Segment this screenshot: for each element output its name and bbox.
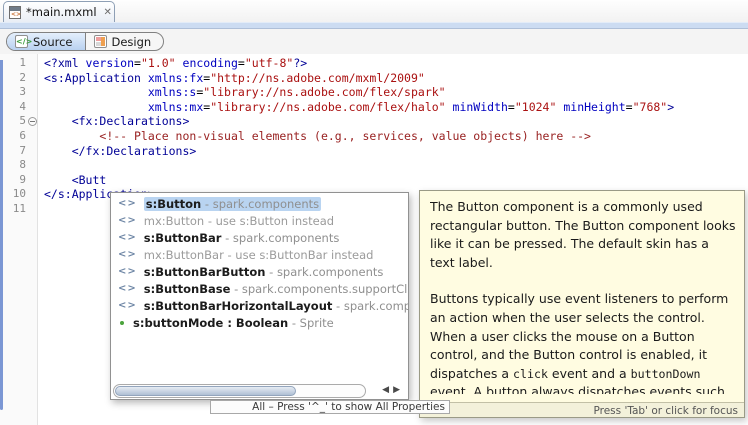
completion-list: <> s:Button - spark.components <> mx:Button… (111, 195, 408, 331)
close-icon[interactable]: ✕ (104, 7, 112, 18)
scrollbar-arrow-icons[interactable]: ◀▶ (382, 385, 404, 395)
code-line[interactable]: </fx:Declarations> (44, 144, 196, 159)
code-line[interactable]: <Butt (44, 173, 106, 188)
line-number: 3 (19, 85, 26, 100)
mxml-file-icon (9, 6, 21, 19)
line-number: 9 (19, 173, 26, 188)
design-view-button[interactable]: Design (86, 33, 164, 50)
completion-item-label: s:Button - spark.components (144, 197, 321, 211)
completion-item-label: s:ButtonBarButton - spark.components (144, 265, 384, 279)
source-design-toolbar: </> Source Design (0, 29, 748, 54)
horizontal-scrollbar[interactable]: ◀▶ (113, 384, 406, 398)
completion-item[interactable]: <> mx:Button - use s:Button instead (111, 212, 408, 229)
line-number: 7 (19, 144, 26, 159)
line-number: 6 (19, 129, 26, 144)
line-number: 11 (13, 202, 26, 217)
completion-item[interactable]: <> s:Button - spark.components (111, 195, 408, 212)
view-mode-switch: </> Source Design (6, 32, 164, 51)
completion-item[interactable]: <> s:ButtonBase - spark.components.suppor… (111, 280, 408, 297)
scroll-right-icon: ▶ (393, 385, 404, 395)
code-line[interactable]: xmlns:mx="library://ns.adobe.com/flex/ha… (44, 100, 674, 115)
tag-icon: <> (118, 300, 137, 311)
tab-highlight-band (0, 22, 748, 29)
line-number: 1 (19, 56, 26, 71)
source-label: Source (33, 35, 73, 49)
tag-icon: <> (118, 249, 137, 260)
code-line[interactable]: <fx:Declarations> (44, 114, 189, 129)
fold-collapse-icon[interactable] (28, 117, 37, 126)
completion-item[interactable]: s:buttonMode : Boolean - Sprite (111, 314, 408, 331)
code-line[interactable]: <!-- Place non-visual elements (e.g., se… (44, 129, 591, 144)
line-number: 5 (19, 114, 26, 129)
line-number: 2 (19, 71, 26, 86)
source-view-button[interactable]: </> Source (7, 33, 86, 50)
scrollbar-track[interactable] (113, 384, 366, 398)
design-layout-icon (94, 35, 107, 48)
scrollbar-thumb[interactable] (115, 386, 296, 396)
documentation-text: The Button component is a commonly used … (430, 198, 736, 394)
code-line[interactable]: xmlns:s="library://ns.adobe.com/flex/spa… (44, 85, 446, 100)
completion-item[interactable]: <> s:ButtonBarButton - spark.components (111, 263, 408, 280)
source-code-icon: </> (15, 35, 28, 48)
line-number: 8 (19, 158, 26, 173)
completion-item[interactable]: <> mx:ButtonBar - use s:ButtonBar instead (111, 246, 408, 263)
tag-icon: <> (118, 232, 137, 243)
tag-icon: <> (118, 283, 137, 294)
tag-icon: <> (118, 198, 137, 209)
completion-item-label: mx:ButtonBar - use s:ButtonBar instead (144, 248, 374, 262)
completion-item-label: mx:Button - use s:Button instead (144, 214, 334, 228)
line-number: 10 (13, 187, 26, 202)
completion-item-label: s:ButtonBar - spark.components (144, 231, 340, 245)
scroll-left-icon: ◀ (382, 385, 393, 395)
completion-item-label: s:buttonMode : Boolean - Sprite (133, 316, 334, 330)
line-number-ruler: 1234567891011 (0, 54, 38, 425)
editor-tab-bar: *main.mxml ✕ (0, 0, 748, 22)
completion-item[interactable]: <> s:ButtonBar - spark.components (111, 229, 408, 246)
tab-main-mxml[interactable]: *main.mxml ✕ (3, 1, 115, 22)
code-line[interactable]: <s:Application xmlns:fx="http://ns.adobe… (44, 71, 425, 86)
design-label: Design (112, 35, 152, 49)
left-edge-strip (0, 60, 3, 410)
content-assist-popup: <> s:Button - spark.components <> mx:Button… (110, 192, 409, 400)
assist-status-bar: All – Press '^_' to show All Properties (210, 400, 450, 414)
code-line[interactable]: <?xml version="1.0" encoding="utf-8"?> (44, 56, 307, 71)
tag-icon: <> (118, 266, 137, 277)
documentation-popup[interactable]: The Button component is a commonly used … (419, 190, 745, 418)
completion-item-label: s:ButtonBarHorizontalLayout - spark.comp… (144, 299, 408, 313)
completion-item-label: s:ButtonBase - spark.components.supportC… (144, 282, 408, 296)
tag-icon: <> (118, 215, 137, 226)
docs-status-bar: Press 'Tab' or click for focus (420, 402, 744, 417)
tab-title: *main.mxml (26, 5, 97, 19)
line-number: 4 (19, 100, 26, 115)
property-icon (120, 321, 124, 325)
completion-item[interactable]: <> s:ButtonBarHorizontalLayout - spark.co… (111, 297, 408, 314)
